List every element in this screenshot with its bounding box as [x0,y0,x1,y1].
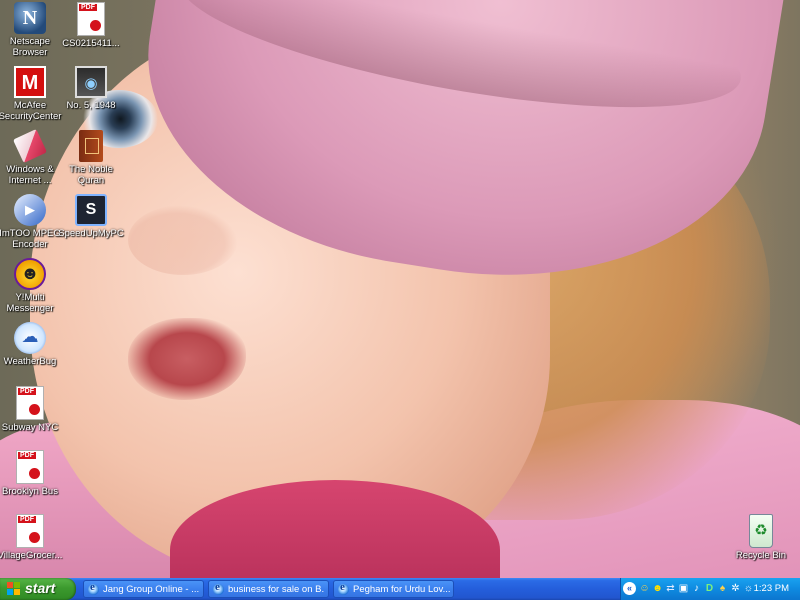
weatherbug-tray-icon[interactable]: ☼ [743,583,754,594]
desktop-icon-label: Y!Multi Messenger [6,292,54,314]
desktop-icon-label: Subway NYC [1,422,59,433]
pdf-file-icon [16,450,44,484]
desktop-icon-label: McAfee SecurityCenter [0,100,62,122]
desktop-icon-windows-internet[interactable]: Windows & Internet ... [0,128,64,186]
clock[interactable]: 1:23 PM [754,583,789,594]
sound-tray-icon[interactable]: ♪ [691,583,702,594]
display-tray-icon[interactable]: ▣ [678,583,689,594]
desktop-icon-cs0215411[interactable]: CS0215411... [57,2,125,49]
imtoo-encoder-icon [14,194,46,226]
image-file-icon [75,66,107,98]
netscape-icon [14,2,46,34]
internet-explorer-icon [213,581,224,595]
network-tray-icon[interactable]: ⇄ [665,583,676,594]
windows-logo-icon [7,582,21,596]
messenger-tray-icon[interactable]: ☺ [639,583,650,594]
taskbar-button-jang-group[interactable]: Jang Group Online - ... [83,580,204,598]
internet-explorer-icon [88,581,99,595]
desktop-icon-weatherbug[interactable]: WeatherBug [0,322,64,367]
desktop-icon-ymulti-messenger[interactable]: Y!Multi Messenger [0,258,64,314]
desktop-icon-imtoo-mpeg-encoder[interactable]: ImTOO MPEG Encoder [0,194,64,250]
desktop-icon-label: ImTOO MPEG Encoder [0,228,61,250]
desktop-icon-no5-1948[interactable]: No. 5, 1948 [57,66,125,111]
desktop-icon-label: Brooklyn Bus [2,486,58,497]
desktop-icon-label: Recycle Bin [735,550,787,561]
desktop-icon-recycle-bin[interactable]: Recycle Bin [727,514,795,561]
desktop-icon-villagegrocer[interactable]: VillageGrocer... [0,514,64,561]
desktop-icon-brooklyn-bus[interactable]: Brooklyn Bus [0,450,64,497]
book-icon [79,130,103,162]
weatherbug-icon [14,322,46,354]
start-label: start [25,580,56,596]
desktop-icon-noble-quran[interactable]: The Noble Quran [57,130,125,186]
desktop-icon-label: Windows & Internet ... [6,164,54,186]
taskbar-button-pegham[interactable]: Pegham for Urdu Lov... [333,580,454,598]
recycle-bin-icon [749,514,773,548]
yahoo-messenger-icon [14,258,46,290]
wireless-tray-icon[interactable]: ✲ [730,583,741,594]
desktop-icon-label: The Noble Quran [69,164,113,186]
speedupmypc-icon [75,194,107,226]
taskbar-button-label: Jang Group Online - ... [103,584,200,595]
pdf-file-icon [77,2,105,36]
start-button[interactable]: start [0,578,76,600]
taskbar-button-label: Pegham for Urdu Lov... [353,584,450,595]
security-tray-icon[interactable]: ♠ [717,583,728,594]
yahoo-tray-icon[interactable]: ☻ [652,583,663,594]
desktop-icon-netscape-browser[interactable]: Netscape Browser [0,2,64,58]
desktop-icon-label: VillageGrocer... [0,550,63,561]
taskbar: start Jang Group Online - ... business f… [0,578,800,600]
desktop-icon-subway-nyc[interactable]: Subway NYC [0,386,64,433]
taskbar-button-business-for-sale[interactable]: business for sale on B... [208,580,329,598]
show-hidden-icons-chevron-icon[interactable]: « [623,582,636,595]
internet-explorer-icon [338,581,349,595]
desktop-icon-mcafee-securitycenter[interactable]: McAfee SecurityCenter [0,66,64,122]
wallpaper-nose [128,205,238,275]
mcafee-icon [14,66,46,98]
eraser-icon [12,128,48,164]
desktop-icon-label: Netscape Browser [9,36,51,58]
system-tray: « ☺ ☻ ⇄ ▣ ♪ D ♠ ✲ ☼ 1:23 PM [620,578,800,600]
desktop-icon-label: WeatherBug [3,356,57,367]
desktop-icon-label: No. 5, 1948 [66,100,116,111]
pdf-file-icon [16,386,44,420]
pdf-file-icon [16,514,44,548]
desktop-icon-label: CS0215411... [62,38,120,49]
d-tray-icon[interactable]: D [704,583,715,594]
taskbar-button-label: business for sale on B... [228,584,325,595]
desktop-icon-speedupmypc[interactable]: SpeedUpMyPC [57,194,125,239]
desktop-icon-label: SpeedUpMyPC [58,228,124,239]
